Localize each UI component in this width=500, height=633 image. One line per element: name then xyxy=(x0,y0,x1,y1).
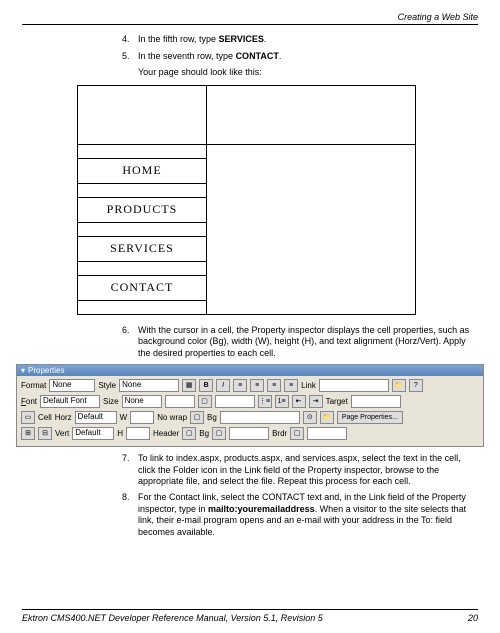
horz-select[interactable]: Default xyxy=(75,411,117,424)
cell-split2-icon[interactable]: ⊟ xyxy=(38,427,52,440)
brdr-input[interactable] xyxy=(307,427,347,440)
header-checkbox[interactable]: ▢ xyxy=(182,427,196,440)
size-select[interactable]: None xyxy=(122,395,162,408)
steps-bot: 7.To link to index.aspx, products.aspx, … xyxy=(122,453,478,539)
font-select[interactable]: Default Font xyxy=(40,395,100,408)
nav-services: SERVICES xyxy=(77,236,207,262)
list-ul-icon[interactable]: ⋮≡ xyxy=(258,395,272,408)
style-select[interactable]: None xyxy=(119,379,179,392)
h-input[interactable] xyxy=(126,427,150,440)
help-icon[interactable]: ? xyxy=(409,379,423,392)
link-input[interactable] xyxy=(319,379,389,392)
footer-page-number: 20 xyxy=(468,613,478,623)
step-4: 4.In the fifth row, type SERVICES. xyxy=(122,33,478,46)
target-label: Target xyxy=(326,397,348,406)
step-5: 5.In the seventh row, type CONTACT. xyxy=(122,50,478,63)
brdr-label: Brdr xyxy=(272,429,287,438)
css-button[interactable]: ▦ xyxy=(182,379,196,392)
steps-top: 4.In the fifth row, type SERVICES. 5.In … xyxy=(122,33,478,79)
layout-top-right xyxy=(206,85,416,145)
indent-icon[interactable]: ⇥ xyxy=(309,395,323,408)
align-left-icon[interactable]: ≡ xyxy=(233,379,247,392)
page-properties-button[interactable]: Page Properties... xyxy=(337,411,403,424)
list-ol-icon[interactable]: 1≡ xyxy=(275,395,289,408)
step-6: 6.With the cursor in a cell, the Propert… xyxy=(122,325,478,360)
w-input[interactable] xyxy=(130,411,154,424)
cell-split-icon[interactable]: ⊞ xyxy=(21,427,35,440)
cell-merge-icon[interactable]: ▭ xyxy=(21,411,35,424)
nowrap-label: No wrap xyxy=(157,413,187,422)
step-sub: Your page should look like this: xyxy=(138,66,478,79)
style-label: Style xyxy=(98,381,116,390)
properties-titlebar[interactable]: ▾ Properties xyxy=(17,365,483,376)
vert-label: Vert xyxy=(55,429,69,438)
nav-home: HOME xyxy=(77,158,207,184)
bold-button[interactable]: B xyxy=(199,379,213,392)
bg-input[interactable] xyxy=(220,411,300,424)
outdent-icon[interactable]: ⇤ xyxy=(292,395,306,408)
align-justify-icon[interactable]: ≡ xyxy=(284,379,298,392)
footer-left: Ektron CMS400.NET Developer Reference Ma… xyxy=(22,613,323,623)
format-select[interactable]: None xyxy=(49,379,95,392)
bg-swatch[interactable]: ▢ xyxy=(212,427,226,440)
w-label: W xyxy=(120,413,128,422)
layout-nav-col: HOME PRODUCTS SERVICES CONTACT xyxy=(77,145,207,315)
layout-top-left xyxy=(77,85,207,145)
expand-icon[interactable]: ▾ xyxy=(21,366,25,375)
bg-browse-icon[interactable]: ⊙ xyxy=(303,411,317,424)
h-label: H xyxy=(117,429,123,438)
size-unit[interactable] xyxy=(165,395,195,408)
properties-panel: ▾ Properties Format None Style None ▦ B … xyxy=(16,364,484,447)
target-select[interactable] xyxy=(351,395,401,408)
page-footer: Ektron CMS400.NET Developer Reference Ma… xyxy=(22,609,478,623)
steps-mid: 6.With the cursor in a cell, the Propert… xyxy=(122,325,478,360)
nowrap-checkbox[interactable]: ▢ xyxy=(190,411,204,424)
horz-label: Horz xyxy=(55,413,72,422)
size-label: Size xyxy=(103,397,119,406)
bg-color-input[interactable] xyxy=(229,427,269,440)
align-right-icon[interactable]: ≡ xyxy=(267,379,281,392)
step-8: 8.For the Contact link, select the CONTA… xyxy=(122,492,478,539)
brdr-swatch[interactable]: ▢ xyxy=(290,427,304,440)
align-center-icon[interactable]: ≡ xyxy=(250,379,264,392)
cell-label: Cell xyxy=(38,413,52,422)
layout-preview: HOME PRODUCTS SERVICES CONTACT xyxy=(77,85,478,315)
bg-label-2: Bg xyxy=(199,429,209,438)
header-label: Header xyxy=(153,429,179,438)
link-label: Link xyxy=(301,381,316,390)
step-7: 7.To link to index.aspx, products.aspx, … xyxy=(122,453,478,488)
layout-main xyxy=(206,144,416,315)
nav-contact: CONTACT xyxy=(77,275,207,301)
italic-button[interactable]: I xyxy=(216,379,230,392)
page-header: Creating a Web Site xyxy=(22,12,478,25)
bg-folder-icon[interactable]: 📁 xyxy=(320,411,334,424)
vert-select[interactable]: Default xyxy=(72,427,114,440)
format-label: Format xyxy=(21,381,46,390)
color-input[interactable] xyxy=(215,395,255,408)
font-label: Font xyxy=(21,397,37,406)
link-folder-icon[interactable]: 📁 xyxy=(392,379,406,392)
properties-title: Properties xyxy=(28,366,64,375)
bg-label-1: Bg xyxy=(207,413,217,422)
color-swatch[interactable]: ▢ xyxy=(198,395,212,408)
nav-products: PRODUCTS xyxy=(77,197,207,223)
